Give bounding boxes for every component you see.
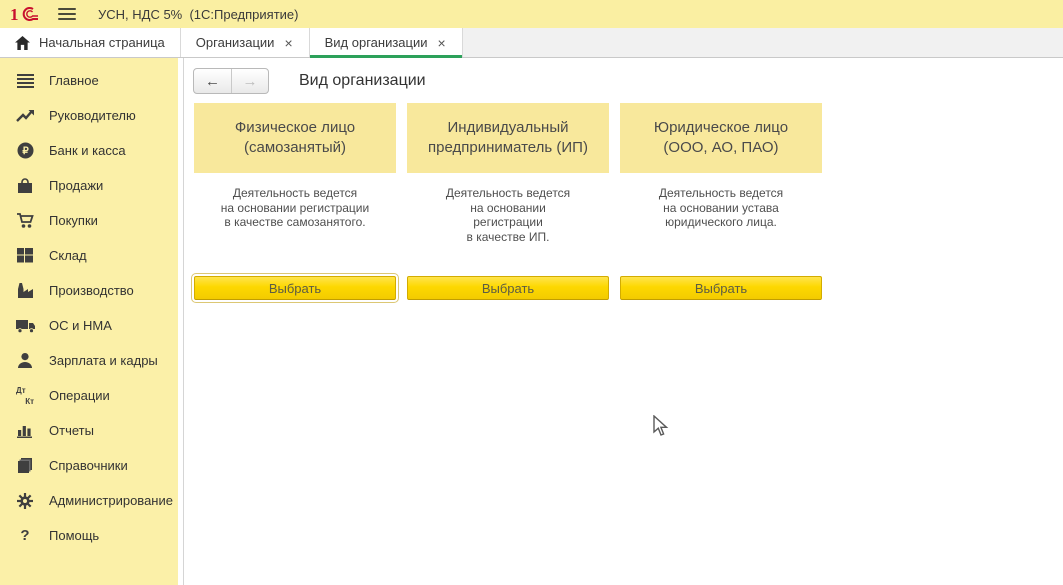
factory-icon [15, 281, 35, 301]
tab-organization-kind[interactable]: Вид организации × [310, 28, 463, 57]
card-description: Деятельность ведется на основании регист… [194, 173, 396, 276]
main-content: ← → Вид организации Физическое лицо (сам… [184, 58, 1063, 585]
card-title-line: (ООО, АО, ПАО) [663, 138, 778, 158]
sidebar-item-label: ОС и НМА [49, 318, 112, 333]
card-entrepreneur-ip: Индивидуальный предприниматель (ИП) Деят… [407, 103, 609, 300]
shopping-bag-icon [15, 176, 35, 196]
select-button[interactable]: Выбрать [620, 276, 822, 300]
person-icon [15, 351, 35, 371]
sidebar-item-glavnoe[interactable]: Главное [0, 63, 178, 98]
back-button[interactable]: ← [194, 69, 231, 93]
select-button[interactable]: Выбрать [407, 276, 609, 300]
card-title: Юридическое лицо (ООО, АО, ПАО) [620, 103, 822, 173]
question-icon: ? [15, 526, 35, 546]
close-icon[interactable]: × [283, 36, 293, 50]
sidebar-item-pomosch[interactable]: ? Помощь [0, 518, 178, 553]
page-title: Вид организации [299, 72, 426, 90]
svg-text:₽: ₽ [22, 146, 29, 157]
shopping-cart-icon [15, 211, 35, 231]
card-description: Деятельность ведется на основании регист… [407, 173, 609, 276]
tab-label: Организации [196, 35, 275, 50]
svg-text:1: 1 [10, 5, 19, 23]
card-title: Индивидуальный предприниматель (ИП) [407, 103, 609, 173]
sidebar-item-administrirovanie[interactable]: Администрирование [0, 483, 178, 518]
sidebar-item-label: Производство [49, 283, 134, 298]
sidebar-item-bank-i-kassa[interactable]: ₽ Банк и касса [0, 133, 178, 168]
card-title-line: Индивидуальный [448, 118, 569, 138]
ruble-coin-icon: ₽ [15, 141, 35, 161]
gear-icon [15, 491, 35, 511]
warehouse-boxes-icon [15, 246, 35, 266]
app-window: 1 УСН, НДС 5% (1С:Предприятие) Начальная… [0, 0, 1063, 585]
sidebar-item-label: Продажи [49, 178, 103, 193]
sidebar-item-proizvodstvo[interactable]: Производство [0, 273, 178, 308]
1c-logo-icon: 1 [10, 5, 42, 23]
tab-organizations[interactable]: Организации × [181, 28, 310, 57]
organization-kind-cards: Физическое лицо (самозанятый) Деятельнос… [194, 103, 1063, 300]
sidebar-item-label: Склад [49, 248, 87, 263]
bar-chart-icon [15, 421, 35, 441]
page-header: ← → Вид организации [193, 68, 1063, 94]
sidebar-item-os-i-nma[interactable]: ОС и НМА [0, 308, 178, 343]
card-legal-entity: Юридическое лицо (ООО, АО, ПАО) Деятельн… [620, 103, 822, 300]
sidebar-item-sklad[interactable]: Склад [0, 238, 178, 273]
tab-label: Вид организации [325, 35, 428, 50]
sidebar-item-rukovoditelyu[interactable]: Руководителю [0, 98, 178, 133]
sidebar-item-spravochniki[interactable]: Справочники [0, 448, 178, 483]
sidebar-item-pokupki[interactable]: Покупки [0, 203, 178, 238]
main-menu-icon[interactable] [58, 8, 76, 20]
sidebar-item-label: Справочники [49, 458, 128, 473]
truck-icon [15, 316, 35, 336]
sidebar-item-label: Банк и касса [49, 143, 126, 158]
sidebar-item-label: Администрирование [49, 493, 173, 508]
home-icon [15, 36, 30, 50]
sidebar-item-label: Покупки [49, 213, 98, 228]
tab-home[interactable]: Начальная страница [0, 28, 181, 57]
sidebar-item-operacii[interactable]: ДтКт Операции [0, 378, 178, 413]
sidebar-item-otchety[interactable]: Отчеты [0, 413, 178, 448]
sidebar-item-label: Помощь [49, 528, 99, 543]
sidebar-item-label: Руководителю [49, 108, 136, 123]
sidebar-item-prodazhi[interactable]: Продажи [0, 168, 178, 203]
debit-credit-icon: ДтКт [15, 386, 35, 406]
card-title-line: предприниматель (ИП) [428, 138, 588, 158]
card-description: Деятельность ведется на основании устава… [620, 173, 822, 276]
card-title-line: Юридическое лицо [654, 118, 788, 138]
card-title-line: Физическое лицо [235, 118, 355, 138]
app-title: УСН, НДС 5% (1С:Предприятие) [98, 7, 298, 22]
title-bar: 1 УСН, НДС 5% (1С:Предприятие) [0, 0, 1063, 28]
sidebar-item-label: Операции [49, 388, 110, 403]
books-icon [15, 456, 35, 476]
sidebar-item-label: Главное [49, 73, 99, 88]
trend-chart-icon [15, 106, 35, 126]
sidebar-wrap: Главное Руководителю ₽ Банк и касса [0, 58, 184, 585]
tab-label: Начальная страница [39, 35, 165, 50]
tab-bar: Начальная страница Организации × Вид орг… [0, 28, 1063, 58]
close-icon[interactable]: × [437, 36, 447, 50]
history-nav: ← → [193, 68, 269, 94]
sidebar: Главное Руководителю ₽ Банк и касса [0, 58, 178, 585]
select-button[interactable]: Выбрать [194, 276, 396, 300]
app-body: Главное Руководителю ₽ Банк и касса [0, 58, 1063, 585]
sidebar-item-label: Зарплата и кадры [49, 353, 158, 368]
forward-button: → [231, 69, 268, 93]
sidebar-item-zarplata-i-kadry[interactable]: Зарплата и кадры [0, 343, 178, 378]
card-individual-selfemployed: Физическое лицо (самозанятый) Деятельнос… [194, 103, 396, 300]
sidebar-item-label: Отчеты [49, 423, 94, 438]
card-title-line: (самозанятый) [244, 138, 346, 158]
card-title: Физическое лицо (самозанятый) [194, 103, 396, 173]
menu-lines-icon [15, 71, 35, 91]
